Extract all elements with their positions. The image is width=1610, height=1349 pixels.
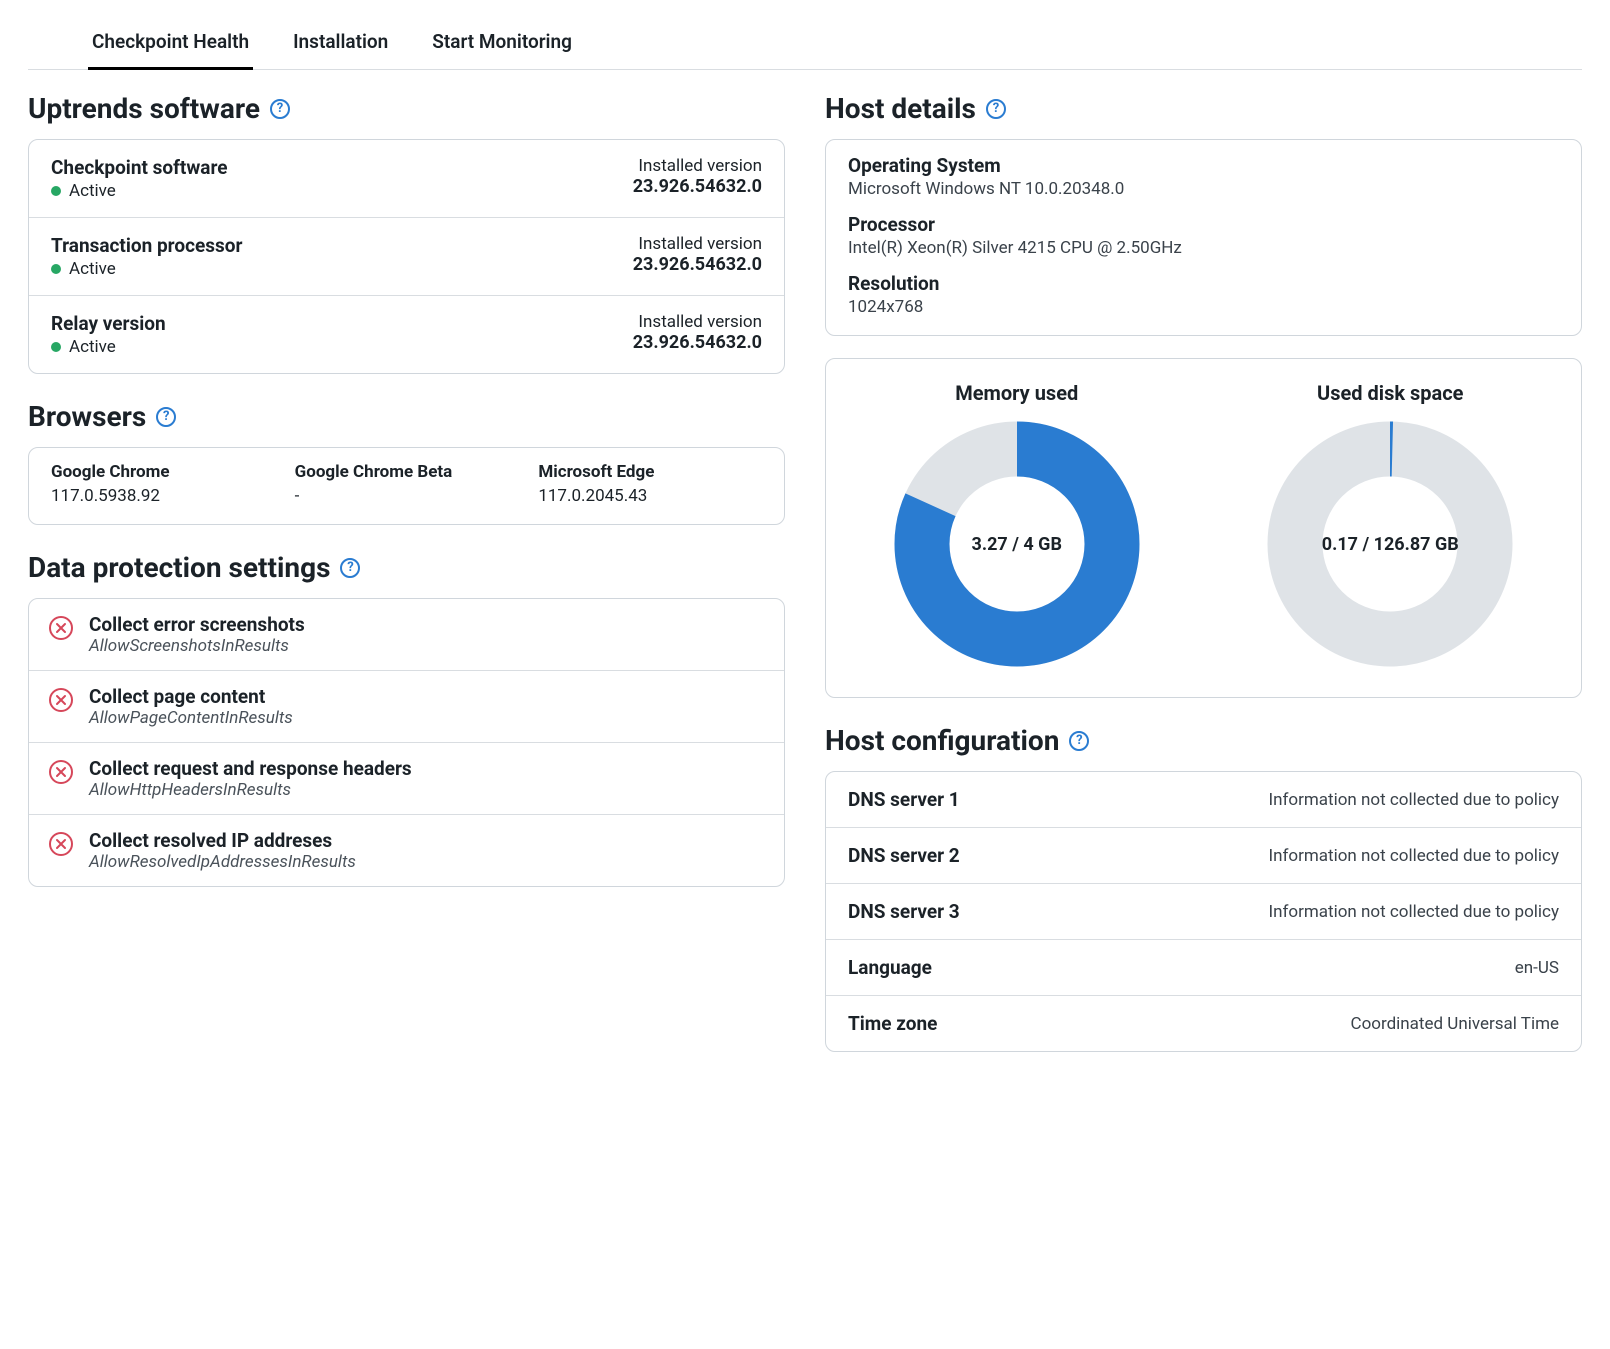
uptrends-software-heading: Uptrends software ? [28, 92, 785, 125]
software-row: Checkpoint software Active Installed ver… [29, 140, 784, 218]
dp-key: AllowPageContentInResults [89, 708, 293, 728]
software-status: Active [69, 337, 116, 357]
browser-version: - [295, 486, 519, 506]
browser-version: 117.0.2045.43 [538, 486, 762, 506]
data-protection-row: Collect resolved IP addreses AllowResolv… [29, 815, 784, 886]
config-key: Language [848, 956, 932, 979]
host-key: Processor [848, 213, 1559, 236]
config-row: DNS server 2 Information not collected d… [826, 828, 1581, 884]
disk-gauge: Used disk space 0.17 / 126.87 GB [1265, 381, 1515, 669]
disabled-icon [49, 616, 73, 640]
config-value: Information not collected due to policy [1269, 902, 1560, 922]
status-dot-icon [51, 342, 61, 352]
section-title: Host configuration [825, 724, 1059, 757]
help-icon[interactable]: ? [986, 99, 1006, 119]
disk-donut-chart: 0.17 / 126.87 GB [1265, 419, 1515, 669]
help-icon[interactable]: ? [270, 99, 290, 119]
software-name: Transaction processor [51, 234, 242, 257]
browser-name: Google Chrome [51, 462, 275, 482]
left-column: Uptrends software ? Checkpoint software … [28, 92, 785, 1052]
section-title: Browsers [28, 400, 146, 433]
host-value: Microsoft Windows NT 10.0.20348.0 [848, 179, 1559, 199]
tabs-bar: Checkpoint Health Installation Start Mon… [28, 20, 1582, 70]
help-icon[interactable]: ? [340, 558, 360, 578]
data-protection-card: Collect error screenshots AllowScreensho… [28, 598, 785, 887]
config-key: DNS server 3 [848, 900, 960, 923]
config-key: DNS server 2 [848, 844, 960, 867]
software-name: Relay version [51, 312, 166, 335]
help-icon[interactable]: ? [156, 407, 176, 427]
host-details-card: Operating System Microsoft Windows NT 10… [825, 139, 1582, 336]
host-key: Resolution [848, 272, 1559, 295]
config-row: Language en-US [826, 940, 1581, 996]
dp-title: Collect request and response headers [89, 757, 412, 780]
tab-checkpoint-health[interactable]: Checkpoint Health [88, 20, 253, 69]
gauge-label: 3.27 / 4 GB [892, 419, 1142, 669]
browser-version: 117.0.5938.92 [51, 486, 275, 506]
config-row: DNS server 3 Information not collected d… [826, 884, 1581, 940]
version-value: 23.926.54632.0 [633, 332, 762, 353]
host-details-heading: Host details ? [825, 92, 1582, 125]
browsers-card: Google Chrome Google Chrome Beta Microso… [28, 447, 785, 525]
software-status: Active [69, 181, 116, 201]
data-protection-row: Collect request and response headers All… [29, 743, 784, 815]
host-value: 1024x768 [848, 297, 1559, 317]
config-value: Information not collected due to policy [1269, 846, 1560, 866]
section-title: Host details [825, 92, 976, 125]
host-value: Intel(R) Xeon(R) Silver 4215 CPU @ 2.50G… [848, 238, 1559, 258]
disabled-icon [49, 760, 73, 784]
dp-title: Collect page content [89, 685, 293, 708]
right-column: Host details ? Operating System Microsof… [825, 92, 1582, 1052]
dp-key: AllowScreenshotsInResults [89, 636, 305, 656]
memory-donut-chart: 3.27 / 4 GB [892, 419, 1142, 669]
disabled-icon [49, 688, 73, 712]
software-name: Checkpoint software [51, 156, 228, 179]
status-dot-icon [51, 264, 61, 274]
version-value: 23.926.54632.0 [633, 254, 762, 275]
host-config-heading: Host configuration ? [825, 724, 1582, 757]
software-row: Transaction processor Active Installed v… [29, 218, 784, 296]
help-icon[interactable]: ? [1069, 731, 1089, 751]
config-value: Information not collected due to policy [1269, 790, 1560, 810]
software-status: Active [69, 259, 116, 279]
dp-key: AllowHttpHeadersInResults [89, 780, 412, 800]
config-key: DNS server 1 [848, 788, 960, 811]
dp-title: Collect error screenshots [89, 613, 305, 636]
version-label: Installed version [633, 234, 762, 254]
gauge-label: 0.17 / 126.87 GB [1265, 419, 1515, 669]
version-label: Installed version [633, 156, 762, 176]
browser-name: Microsoft Edge [538, 462, 762, 482]
gauges-card: Memory used 3.27 / 4 GB Used disk space … [825, 358, 1582, 698]
tab-installation[interactable]: Installation [289, 20, 392, 69]
config-key: Time zone [848, 1012, 937, 1035]
gauge-title: Used disk space [1317, 381, 1463, 405]
gauge-title: Memory used [955, 381, 1078, 405]
dp-title: Collect resolved IP addreses [89, 829, 356, 852]
section-title: Uptrends software [28, 92, 260, 125]
version-value: 23.926.54632.0 [633, 176, 762, 197]
dp-key: AllowResolvedIpAddressesInResults [89, 852, 356, 872]
host-config-card: DNS server 1 Information not collected d… [825, 771, 1582, 1052]
memory-gauge: Memory used 3.27 / 4 GB [892, 381, 1142, 669]
config-value: en-US [1515, 958, 1559, 978]
version-label: Installed version [633, 312, 762, 332]
host-key: Operating System [848, 154, 1559, 177]
data-protection-heading: Data protection settings ? [28, 551, 785, 584]
config-row: Time zone Coordinated Universal Time [826, 996, 1581, 1051]
data-protection-row: Collect page content AllowPageContentInR… [29, 671, 784, 743]
status-dot-icon [51, 186, 61, 196]
uptrends-software-card: Checkpoint software Active Installed ver… [28, 139, 785, 374]
data-protection-row: Collect error screenshots AllowScreensho… [29, 599, 784, 671]
section-title: Data protection settings [28, 551, 330, 584]
browser-name: Google Chrome Beta [295, 462, 519, 482]
config-row: DNS server 1 Information not collected d… [826, 772, 1581, 828]
disabled-icon [49, 832, 73, 856]
software-row: Relay version Active Installed version 2… [29, 296, 784, 373]
tab-start-monitoring[interactable]: Start Monitoring [428, 20, 576, 69]
config-value: Coordinated Universal Time [1351, 1014, 1559, 1034]
browsers-heading: Browsers ? [28, 400, 785, 433]
